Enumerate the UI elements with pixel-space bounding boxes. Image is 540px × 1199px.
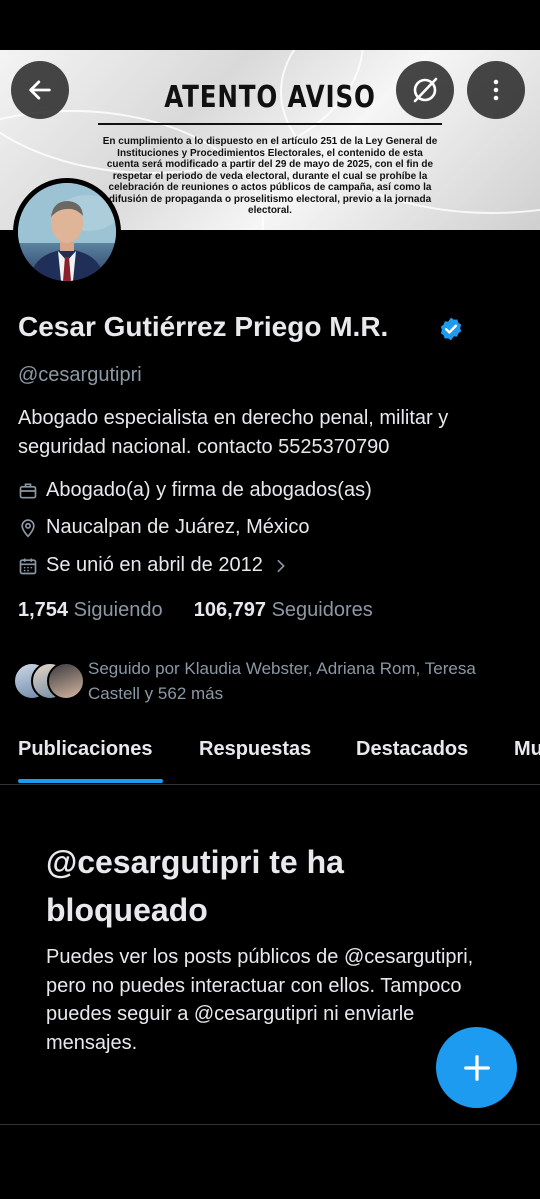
briefcase-icon — [18, 481, 38, 501]
followers-count: 106,797 — [193, 599, 267, 621]
calendar-icon — [18, 556, 38, 576]
joined-label: Se unió en abril de 2012 — [46, 554, 263, 576]
profile-name: Cesar Gutiérrez Priego M.R. — [18, 311, 389, 342]
profile-avatar[interactable] — [13, 178, 121, 286]
followers-link[interactable]: 106,797 Seguidores — [194, 599, 373, 621]
following-count: 1,754 — [18, 599, 69, 621]
followers-label: Seguidores — [271, 599, 373, 621]
tab-destacados[interactable]: Destacados — [356, 738, 468, 761]
divider — [0, 1124, 540, 1125]
arrow-left-icon — [29, 80, 51, 100]
follower-avatar — [47, 662, 85, 700]
profile-joined[interactable]: Se unió en abril de 2012 — [18, 554, 299, 577]
active-tab-indicator — [18, 779, 163, 783]
following-link[interactable]: 1,754 Siguiendo — [18, 599, 163, 621]
profile-category: Abogado(a) y firma de abogados(as) — [18, 479, 372, 502]
blocked-message: Puedes ver los posts públicos de @cesarg… — [46, 946, 474, 1054]
tab-publicaciones[interactable]: Publicaciones — [18, 738, 153, 761]
profile-handle: @cesargutipri — [18, 364, 142, 386]
verified-badge-icon[interactable] — [438, 316, 464, 342]
tab-respuestas[interactable]: Respuestas — [199, 738, 311, 761]
chevron-right-icon — [271, 556, 291, 576]
following-label: Siguiendo — [73, 599, 163, 621]
profile-bio: Abogado especialista en derecho penal, m… — [18, 407, 449, 458]
grok-button[interactable] — [396, 61, 454, 119]
followed-by-text[interactable]: Seguido por Klaudia Webster, Adriana Rom… — [88, 656, 528, 706]
more-options-button[interactable] — [467, 61, 525, 119]
location-pin-icon — [18, 518, 38, 538]
profile-tabs: Publicaciones Respuestas Destacados Mu — [0, 738, 540, 785]
location-label: Naucalpan de Juárez, México — [46, 516, 310, 538]
banner-notice: En cumplimiento a lo dispuesto en el art… — [102, 136, 438, 216]
banner-divider — [98, 123, 442, 125]
profile-location: Naucalpan de Juárez, México — [18, 516, 309, 539]
follow-counts: 1,754 Siguiendo 106,797 Seguidores — [18, 599, 373, 622]
category-label: Abogado(a) y firma de abogados(as) — [46, 479, 372, 501]
grok-icon — [413, 77, 438, 103]
avatar-photo — [18, 183, 116, 281]
plus-icon — [463, 1054, 490, 1081]
blocked-title: @cesargutipri te ha bloqueado — [46, 844, 344, 928]
tab-multimedia[interactable]: Mu — [514, 738, 540, 761]
more-vertical-icon — [493, 79, 499, 101]
compose-button[interactable] — [436, 1027, 517, 1108]
back-button[interactable] — [11, 61, 69, 119]
